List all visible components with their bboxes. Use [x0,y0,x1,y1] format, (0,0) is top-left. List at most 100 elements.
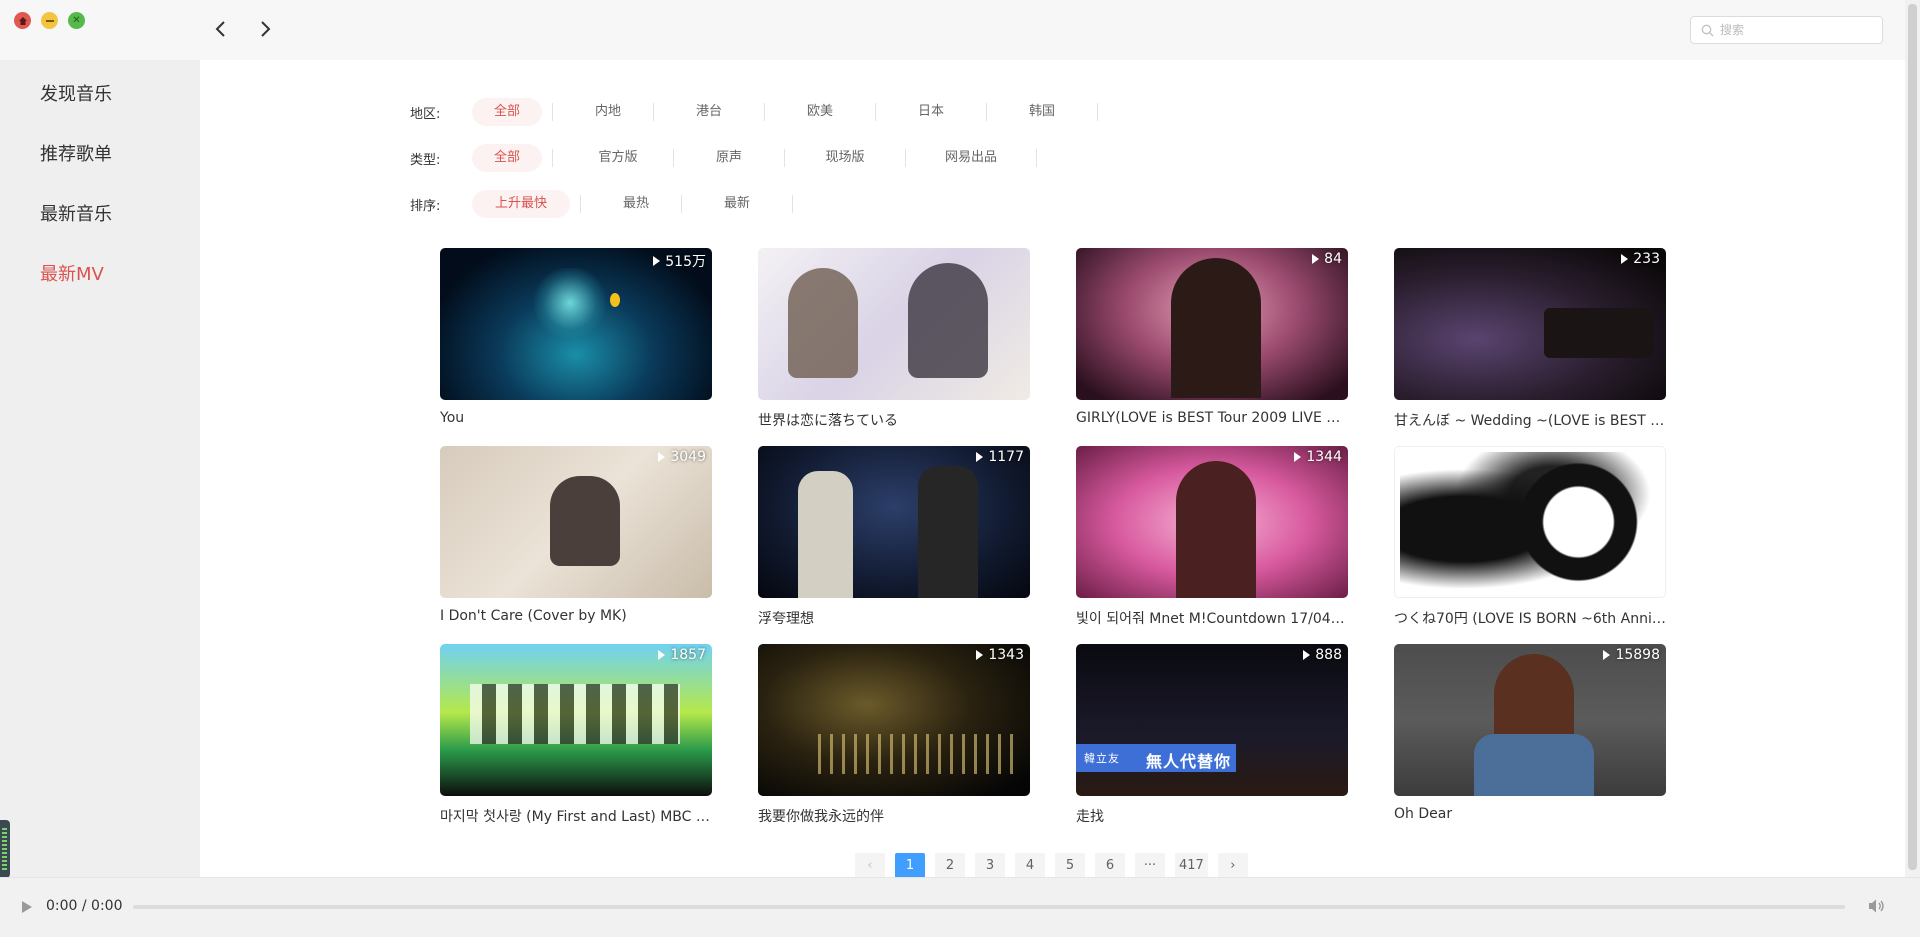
mv-card[interactable]: 1177 浮夸理想 [758,446,1030,636]
home-close-button[interactable] [14,12,31,29]
mv-title[interactable]: Oh Dear [1394,806,1666,822]
sidebar-item-new-music[interactable]: 最新音乐 [40,200,112,226]
mv-title[interactable]: You [440,410,712,426]
mv-card[interactable]: 233 甘えんぼ ~ Wedding ~(LOVE is BEST Tour 2… [1394,248,1666,438]
mv-card[interactable]: 世界は恋に落ちている [758,248,1030,438]
page-button-3[interactable]: 3 [975,853,1005,879]
title-bar [0,0,1905,60]
mv-card[interactable]: つくね70円 (LOVE IS BORN ~6th Anniversary~) [1394,446,1666,636]
chevron-right-icon [261,21,271,37]
volume-button[interactable] [1866,896,1886,916]
order-option-rising[interactable]: 上升最快 [472,190,570,218]
minimize-button[interactable] [41,12,58,29]
play-count: 888 [1303,647,1342,663]
region-option-mainland[interactable]: 内地 [563,98,653,126]
playback-time: 0:00 / 0:00 [46,898,123,914]
mv-title[interactable]: 甘えんぼ ~ Wedding ~(LOVE is BEST Tour 2009 … [1394,410,1666,430]
mv-title[interactable]: 我要你做我永远的伴 [758,806,1030,826]
type-option-original[interactable]: 原声 [674,144,784,172]
mv-card[interactable]: 韓立友 無人代替你 888 走找 [1076,644,1348,834]
region-option-hk-tw[interactable]: 港台 [654,98,764,126]
mv-thumbnail[interactable]: 1857 [440,644,712,796]
mv-thumbnail[interactable]: 233 [1394,248,1666,400]
search-input[interactable] [1720,23,1870,37]
mv-card[interactable]: 15898 Oh Dear [1394,644,1666,834]
type-option-live[interactable]: 现场版 [785,144,905,172]
type-option-netease[interactable]: 网易出品 [906,144,1036,172]
play-count: 15898 [1603,647,1660,663]
mv-title[interactable]: 浮夸理想 [758,608,1030,628]
mv-title[interactable]: 世界は恋に落ちている [758,410,1030,430]
chevron-left-icon [215,21,225,37]
play-icon [1303,650,1311,660]
player-bar: 0:00 / 0:00 [0,877,1920,937]
divider [1036,149,1037,167]
mv-card[interactable]: 1857 마지막 첫사랑 (My First and Last) MBC Mus… [440,644,712,834]
page-button-2[interactable]: 2 [935,853,965,879]
play-count: 84 [1312,251,1342,267]
mv-card[interactable]: 1344 빛이 되어줘 Mnet M!Countdown 17/04/13 [1076,446,1348,636]
play-count-value: 1857 [670,647,706,663]
type-option-official[interactable]: 官方版 [563,144,673,172]
mv-thumbnail[interactable]: 韓立友 無人代替你 888 [1076,644,1348,796]
scrollbar[interactable] [1905,0,1920,877]
mv-title[interactable]: 走找 [1076,806,1348,826]
maximize-button[interactable] [68,12,85,29]
mv-card[interactable]: 515万 You [440,248,712,438]
equalizer-widget[interactable] [0,820,10,878]
page-button-5[interactable]: 5 [1055,853,1085,879]
play-count: 233 [1621,251,1660,267]
filter-region: 地区: 全部 内地 港台 欧美 日本 韩国 [410,98,1098,126]
mv-thumbnail[interactable]: 515万 [440,248,712,400]
page-button-last[interactable]: 417 [1175,853,1208,879]
forward-button[interactable] [256,18,274,40]
page-button-4[interactable]: 4 [1015,853,1045,879]
mv-thumbnail[interactable]: 1177 [758,446,1030,598]
region-option-western[interactable]: 欧美 [765,98,875,126]
play-icon [658,650,666,660]
prev-page-button[interactable]: ‹ [855,853,885,879]
mv-title[interactable]: 마지막 첫사랑 (My First and Last) MBC Music Co… [440,806,712,826]
back-button[interactable] [212,18,230,40]
region-option-japan[interactable]: 日本 [876,98,986,126]
progress-bar[interactable] [133,905,1845,909]
mv-thumbnail[interactable]: 15898 [1394,644,1666,796]
mv-thumbnail[interactable] [1394,446,1666,598]
play-button[interactable] [20,899,34,915]
next-page-button[interactable]: › [1217,853,1248,879]
home-icon [18,16,27,25]
mv-thumbnail[interactable]: 1344 [1076,446,1348,598]
mv-title[interactable]: 빛이 되어줘 Mnet M!Countdown 17/04/13 [1076,608,1348,628]
window-controls [14,12,85,29]
mv-title[interactable]: GIRLY(LOVE is BEST Tour 2009 LIVE ver.) [1076,410,1348,426]
pagination: ‹ 1 2 3 4 5 6 ··· 417 › [855,853,1248,879]
search-box [1690,16,1883,44]
sidebar-item-discover[interactable]: 发现音乐 [40,80,112,106]
history-nav [212,18,274,40]
order-option-newest[interactable]: 最新 [682,190,792,218]
thumbnail-caption-small: 韓立友 [1084,752,1120,765]
mv-thumbnail[interactable]: 3049 [440,446,712,598]
sidebar-item-playlists[interactable]: 推荐歌单 [40,140,112,166]
divider [792,195,793,213]
order-option-hot[interactable]: 最热 [591,190,681,218]
sidebar-item-new-mv[interactable]: 最新MV [40,260,104,286]
page-button-1[interactable]: 1 [895,853,925,879]
main-content: 地区: 全部 内地 港台 欧美 日本 韩国 类型: 全部 官方版 原声 现场版 [200,60,1905,879]
mv-card[interactable]: 1343 我要你做我永远的伴 [758,644,1030,834]
mv-thumbnail[interactable]: 84 [1076,248,1348,400]
page-ellipsis-button[interactable]: ··· [1135,853,1165,879]
mv-title[interactable]: I Don't Care (Cover by MK) [440,608,712,624]
region-option-all[interactable]: 全部 [472,98,542,126]
play-icon [653,256,661,266]
sidebar: 发现音乐 推荐歌单 最新音乐 最新MV [0,60,200,878]
scrollbar-thumb[interactable] [1908,4,1917,870]
page-button-6[interactable]: 6 [1095,853,1125,879]
mv-thumbnail[interactable] [758,248,1030,400]
mv-title[interactable]: つくね70円 (LOVE IS BORN ~6th Anniversary~) [1394,608,1666,628]
type-option-all[interactable]: 全部 [472,144,542,172]
mv-card[interactable]: 3049 I Don't Care (Cover by MK) [440,446,712,636]
region-option-korea[interactable]: 韩国 [987,98,1097,126]
mv-thumbnail[interactable]: 1343 [758,644,1030,796]
mv-card[interactable]: 84 GIRLY(LOVE is BEST Tour 2009 LIVE ver… [1076,248,1348,438]
